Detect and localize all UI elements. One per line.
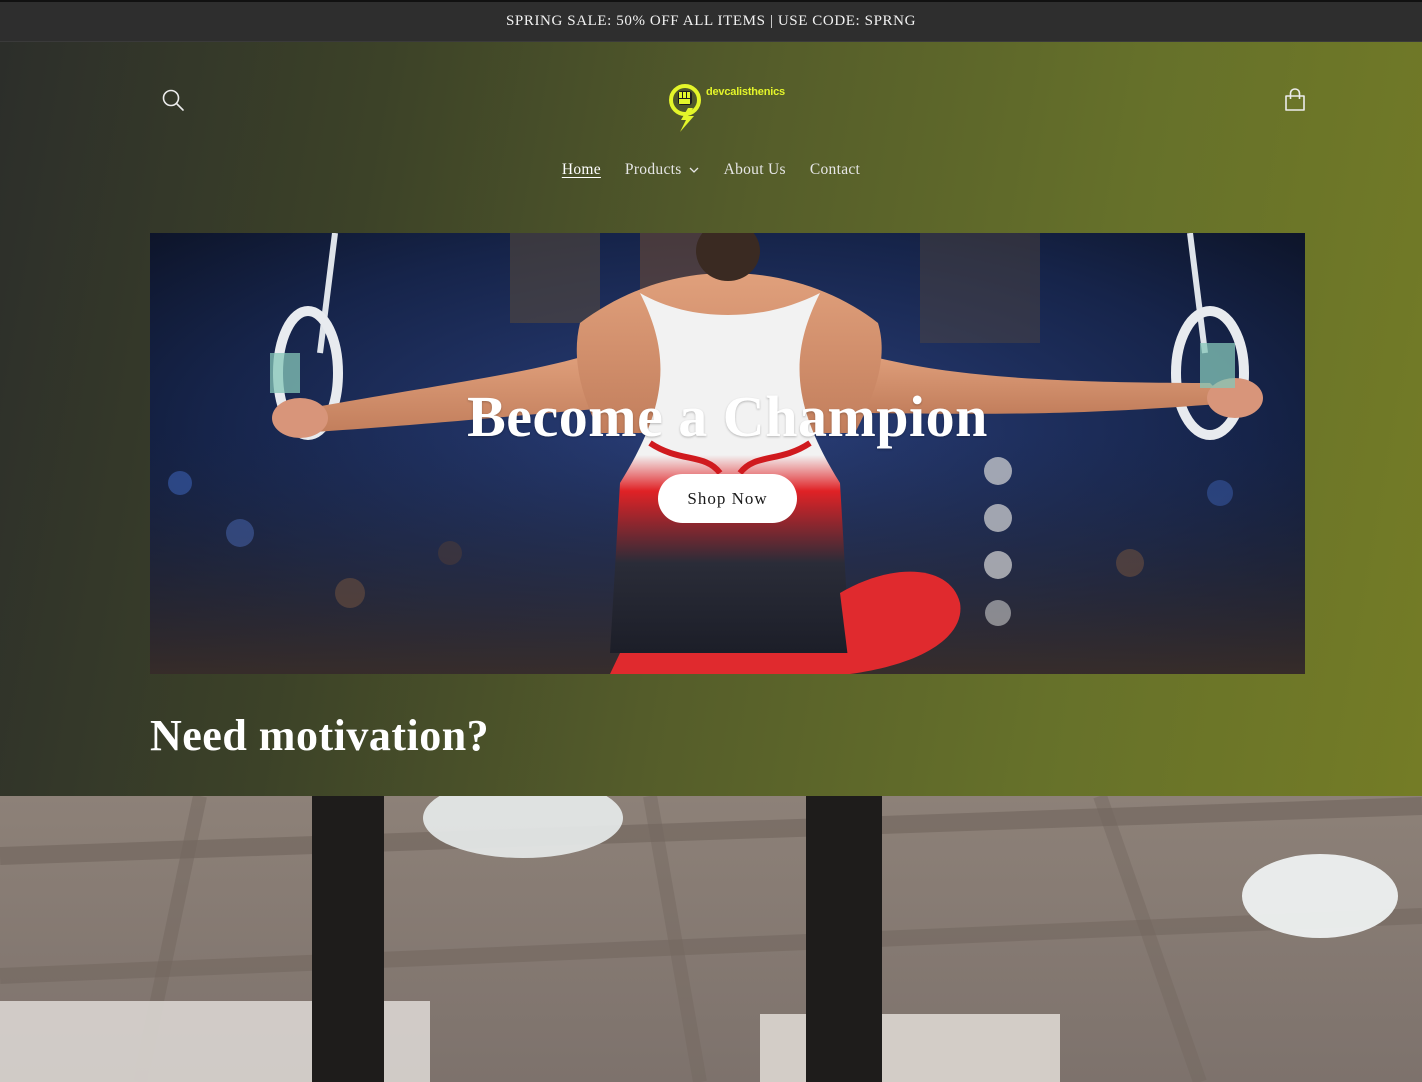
search-button[interactable] (160, 87, 186, 113)
nav-item-products-label: Products (624, 161, 682, 178)
cart-button[interactable] (1281, 86, 1309, 114)
nav-item-products[interactable]: Products (613, 158, 712, 182)
nav-item-about-us[interactable]: About Us (712, 158, 798, 182)
nav-item-home[interactable]: Home (550, 158, 613, 182)
section-heading: Need motivation? (150, 711, 490, 760)
shop-now-button[interactable]: Shop Now (658, 474, 797, 523)
cart-icon (1285, 88, 1305, 111)
site-header: devcalisthenics Home Products About Us C… (0, 42, 1422, 178)
announcement-text: SPRING SALE: 50% OFF ALL ITEMS | USE COD… (505, 13, 917, 29)
gym-ceiling-image (0, 796, 1422, 1082)
chevron-down-icon (689, 167, 699, 173)
fist-lightning-icon (669, 84, 701, 132)
site-logo[interactable]: devcalisthenics (668, 78, 786, 132)
hero-title: Become a Champion (467, 384, 988, 449)
search-icon (162, 89, 184, 111)
logo-text: devcalisthenics (706, 86, 785, 98)
announcement-bar: SPRING SALE: 50% OFF ALL ITEMS | USE COD… (0, 0, 1422, 42)
hero-banner: Become a Champion Shop Now (150, 233, 1305, 674)
hero-section: devcalisthenics Home Products About Us C… (0, 42, 1422, 796)
main-nav: Home Products About Us Contact (0, 158, 1422, 182)
nav-item-contact[interactable]: Contact (798, 158, 872, 182)
gymnast-rings-image (150, 233, 1305, 674)
gym-rings-photo (0, 796, 1422, 1082)
